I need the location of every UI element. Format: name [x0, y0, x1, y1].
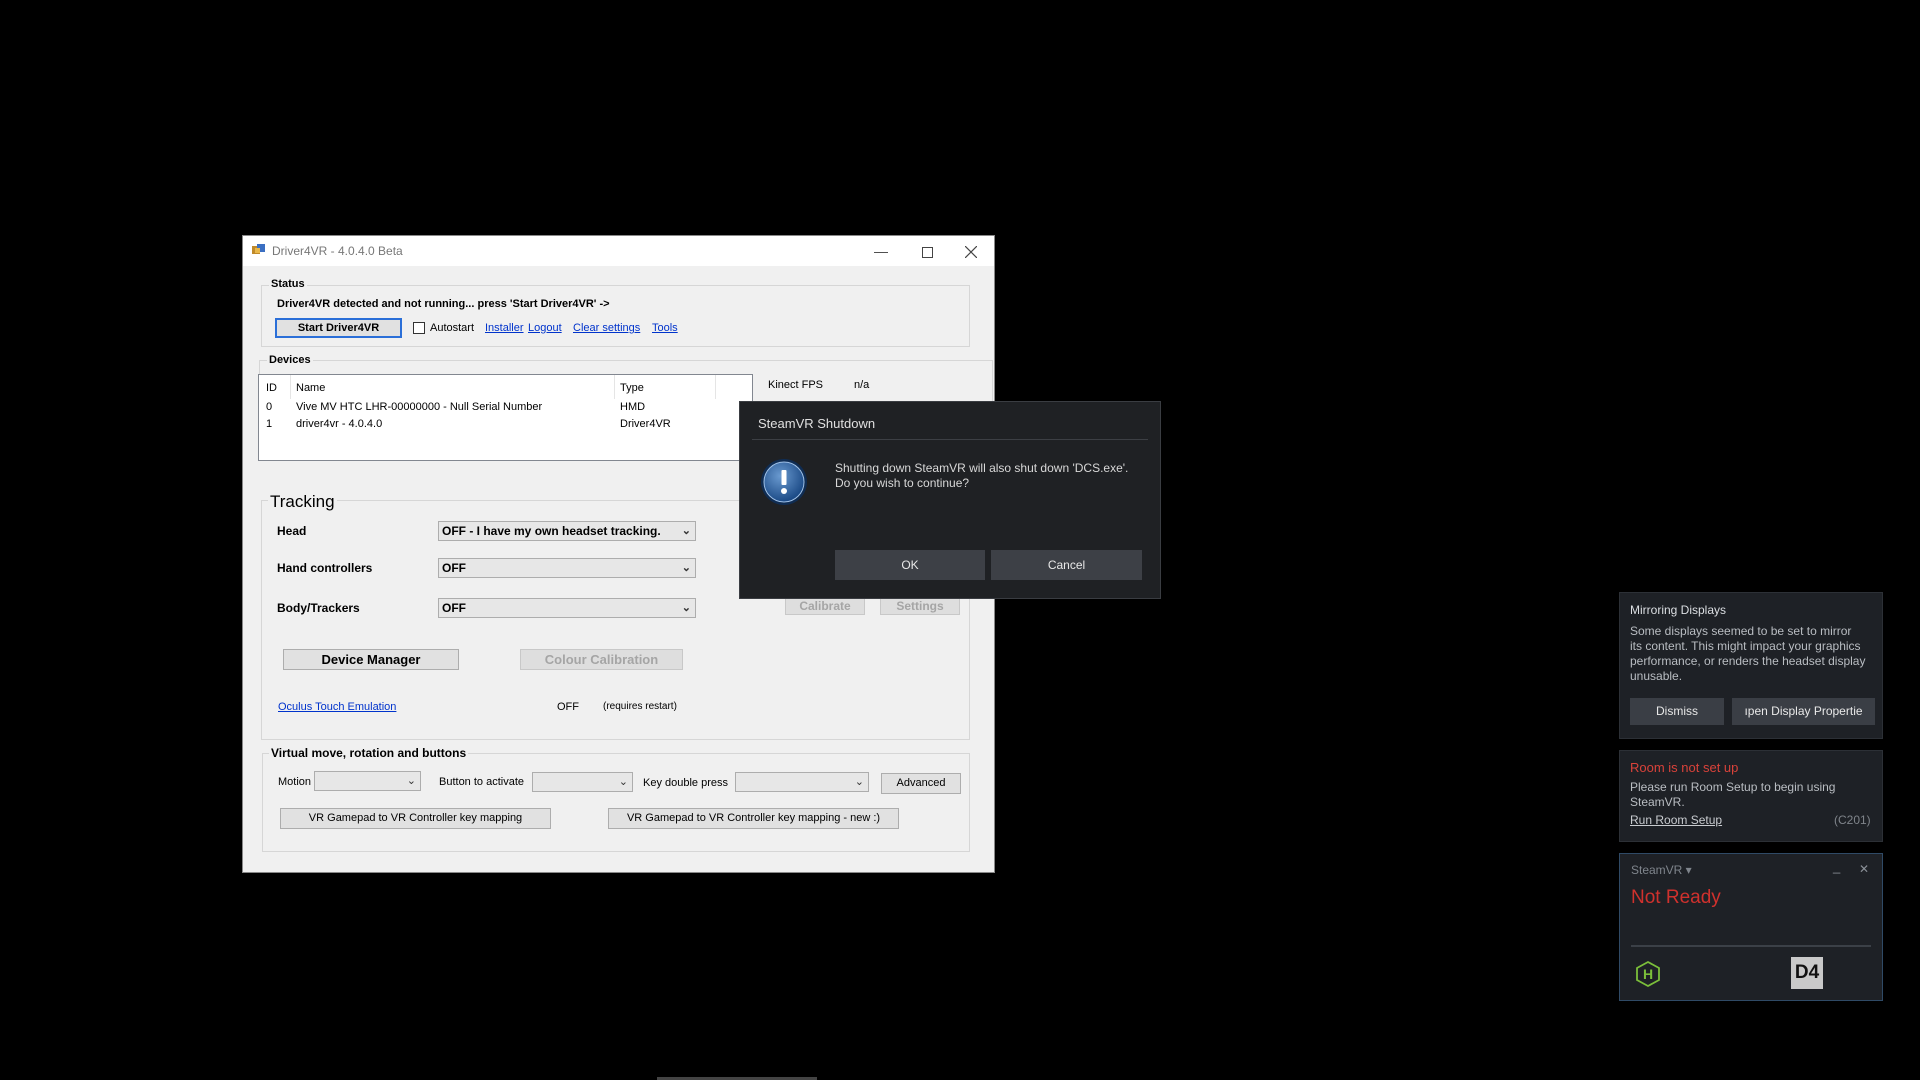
oculus-touch-emulation-link[interactable]: Oculus Touch Emulation — [278, 701, 396, 713]
table-row[interactable]: 1 driver4vr - 4.0.4.0 Driver4VR — [259, 416, 752, 433]
logout-link[interactable]: Logout — [528, 322, 562, 334]
autostart-label: Autostart — [430, 322, 475, 334]
maximize-icon — [921, 246, 933, 258]
title-bar[interactable]: Driver4VR - 4.0.4.0 Beta — — [243, 236, 994, 266]
steamvr-status-text: Not Ready — [1631, 887, 1721, 908]
device-id: 1 — [266, 418, 273, 430]
driver4vr-device-icon[interactable]: D4 — [1791, 957, 1823, 989]
settings-button[interactable]: Settings — [880, 598, 960, 615]
column-header-name[interactable]: Name — [296, 382, 325, 394]
device-type: HMD — [620, 401, 646, 413]
devices-group-label: Devices — [267, 354, 313, 366]
steamvr-menu[interactable]: SteamVR ▾ — [1631, 863, 1692, 877]
virtual-move-group — [262, 753, 970, 852]
chevron-down-icon: ⌄ — [854, 776, 864, 788]
device-type: Driver4VR — [620, 418, 671, 430]
kinect-fps-label: Kinect FPS — [768, 379, 824, 391]
notification-body: Please run Room Setup to begin using Ste… — [1630, 780, 1836, 809]
colour-calibration-button[interactable]: Colour Calibration — [520, 649, 683, 670]
device-name: driver4vr - 4.0.4.0 — [296, 418, 383, 430]
close-icon — [964, 245, 978, 259]
body-trackers-select[interactable]: OFF ⌄ — [438, 598, 696, 618]
room-setup-notification: Room is not set up Please run Room Setup… — [1619, 750, 1883, 842]
dialog-message-line2: Do you wish to continue? — [835, 476, 970, 490]
device-id: 0 — [266, 401, 273, 413]
body-trackers-select-value: OFF — [442, 601, 466, 615]
notification-title: Mirroring Displays — [1630, 603, 1727, 617]
maximize-button[interactable] — [904, 236, 950, 266]
body-trackers-label: Body/Trackers — [277, 601, 360, 615]
button-to-activate-select[interactable]: ⌄ — [532, 772, 633, 792]
column-header-type[interactable]: Type — [620, 382, 644, 394]
minimize-button[interactable]: — — [858, 236, 904, 266]
chevron-down-icon: ⌄ — [681, 525, 691, 537]
run-room-setup-link[interactable]: Run Room Setup — [1630, 813, 1722, 827]
key-double-press-label: Key double press — [643, 777, 728, 789]
dialog-message-line1: Shutting down SteamVR will also shut dow… — [835, 461, 1129, 475]
dialog-title: SteamVR Shutdown — [758, 416, 876, 431]
notification-title: Room is not set up — [1630, 760, 1739, 775]
hand-controllers-label: Hand controllers — [277, 561, 373, 575]
device-manager-button[interactable]: Device Manager — [283, 649, 459, 670]
gamepad-mapping-button[interactable]: VR Gamepad to VR Controller key mapping — [280, 808, 551, 829]
head-select-value: OFF - I have my own headset tracking. — [442, 524, 661, 538]
installer-link[interactable]: Installer — [485, 322, 524, 334]
app-icon — [252, 244, 265, 254]
autostart-checkbox[interactable] — [413, 322, 425, 334]
status-message: Driver4VR detected and not running... pr… — [277, 298, 610, 310]
headset-icon-letter: H — [1643, 966, 1654, 982]
ok-button[interactable]: OK — [835, 550, 985, 580]
start-driver4vr-button[interactable]: Start Driver4VR — [275, 318, 402, 338]
oculus-touch-status: OFF — [557, 701, 579, 713]
error-code: (C201) — [1834, 813, 1871, 827]
tracking-group-label: Tracking — [268, 492, 337, 512]
minimize-button[interactable]: _ — [1833, 859, 1840, 874]
steamvr-status-window: SteamVR ▾ _ ✕ Not Ready H D4 — [1619, 853, 1883, 1001]
kinect-fps-value: n/a — [854, 379, 870, 391]
window-title: Driver4VR - 4.0.4.0 Beta — [272, 244, 403, 258]
device-name: Vive MV HTC LHR-00000000 - Null Serial N… — [296, 401, 543, 413]
dialog-divider — [752, 439, 1148, 440]
hand-controllers-select-value: OFF — [442, 561, 466, 575]
head-label: Head — [277, 524, 307, 538]
close-button[interactable]: ✕ — [1859, 862, 1869, 876]
dismiss-button[interactable]: Dismiss — [1630, 698, 1724, 725]
head-select[interactable]: OFF - I have my own headset tracking. ⌄ — [438, 521, 696, 541]
cancel-button[interactable]: Cancel — [991, 550, 1142, 580]
chevron-down-icon: ⌄ — [618, 776, 628, 788]
warning-icon — [761, 459, 807, 505]
status-group-label: Status — [269, 278, 307, 290]
chevron-down-icon: ⌄ — [681, 602, 691, 614]
open-display-properties-button[interactable]: ıpen Display Propertie — [1732, 698, 1875, 725]
motion-label: Motion — [278, 776, 312, 788]
status-divider — [1631, 945, 1871, 947]
mirroring-displays-notification: Mirroring Displays Some displays seemed … — [1619, 592, 1883, 739]
clear-settings-link[interactable]: Clear settings — [573, 322, 640, 334]
devices-list[interactable]: ID Name Type 0 Vive MV HTC LHR-00000000 … — [258, 374, 753, 461]
advanced-button[interactable]: Advanced — [881, 773, 961, 794]
tools-link[interactable]: Tools — [652, 322, 678, 334]
virtual-move-group-label: Virtual move, rotation and buttons — [269, 746, 469, 760]
column-header-id[interactable]: ID — [266, 382, 277, 394]
notification-body: Some displays seemed to be set to mirror… — [1630, 624, 1866, 683]
hand-controllers-select[interactable]: OFF ⌄ — [438, 558, 696, 578]
chevron-down-icon: ⌄ — [406, 775, 416, 787]
chevron-down-icon: ⌄ — [681, 562, 691, 574]
close-button[interactable] — [948, 236, 994, 266]
gamepad-mapping-new-button[interactable]: VR Gamepad to VR Controller key mapping … — [608, 808, 899, 829]
button-to-activate-label: Button to activate — [439, 776, 524, 788]
calibrate-button[interactable]: Calibrate — [785, 598, 865, 615]
key-double-press-select[interactable]: ⌄ — [735, 772, 869, 792]
table-row[interactable]: 0 Vive MV HTC LHR-00000000 - Null Serial… — [259, 399, 752, 416]
requires-restart-note: (requires restart) — [603, 701, 677, 712]
motion-select[interactable]: ⌄ — [314, 771, 421, 791]
steamvr-shutdown-dialog: SteamVR Shutdown Shutting down SteamVR w… — [739, 401, 1161, 599]
